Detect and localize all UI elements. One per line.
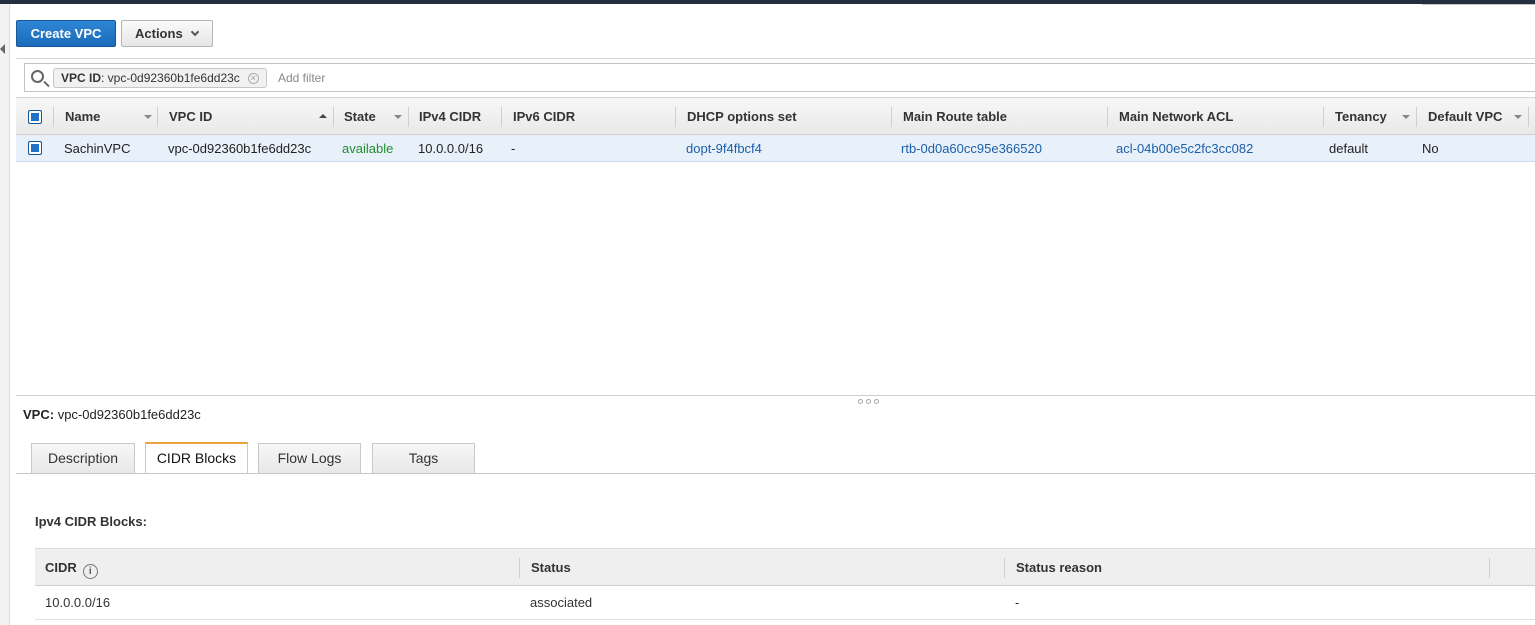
left-nav-collapsed[interactable] — [0, 4, 10, 625]
selected-vpc-label: VPC: vpc-0d92360b1fe6dd23c — [23, 407, 201, 422]
column-header-status-reason[interactable]: Status reason — [1006, 549, 1102, 586]
filter-token-value: : vpc-0d92360b1fe6dd23c — [101, 71, 240, 85]
toolbar-divider — [16, 58, 1535, 59]
info-icon[interactable]: i — [82, 564, 98, 579]
tab-flow-logs[interactable]: Flow Logs — [258, 443, 361, 474]
chevron-left-icon[interactable] — [0, 44, 5, 54]
pane-divider — [16, 395, 1535, 396]
sort-icon[interactable] — [1402, 115, 1410, 119]
vpc-label-key: VPC: — [23, 407, 55, 422]
column-header-dhcp-options[interactable]: DHCP options set — [675, 98, 891, 135]
cell-status-reason: - — [1015, 595, 1020, 610]
row-checkbox[interactable] — [28, 141, 42, 155]
handle-dot — [874, 399, 879, 404]
dhcp-options-link[interactable]: dopt-9f4fbcf4 — [674, 135, 762, 162]
column-header-cidr-label: CIDR — [45, 560, 77, 575]
network-acl-link[interactable]: acl-04b00e5c2fc3cc082 — [1104, 135, 1253, 162]
column-separator — [1489, 558, 1490, 578]
column-header-main-network-acl[interactable]: Main Network ACL — [1107, 98, 1323, 135]
actions-button-label: Actions — [135, 26, 183, 41]
column-separator — [519, 558, 520, 578]
table-header: Name VPC ID State IPv4 CIDR IPv6 CIDR DH… — [16, 97, 1535, 135]
cidr-table: CIDR i Status Status reason 10.0.0.0/16 a… — [35, 548, 1535, 620]
column-header-default-vpc[interactable]: Default VPC — [1416, 98, 1528, 135]
top-bar-notch — [1422, 4, 1535, 5]
tabs-divider — [16, 473, 1535, 474]
route-table-link[interactable]: rtb-0d0a60cc95e366520 — [889, 135, 1042, 162]
cell-default-vpc: No — [1422, 141, 1439, 156]
actions-button[interactable]: Actions — [121, 20, 213, 47]
cell-name: SachinVPC — [64, 141, 131, 156]
cell-tenancy: default — [1329, 141, 1369, 156]
filter-bar[interactable]: VPC ID: vpc-0d92360b1fe6dd23c × — [24, 63, 1535, 92]
close-icon[interactable]: × — [247, 73, 259, 84]
cell-cidr: 10.0.0.0/16 — [45, 595, 111, 610]
handle-dot — [866, 399, 871, 404]
column-header-name[interactable]: Name — [53, 98, 157, 135]
cell-state: available — [342, 141, 394, 156]
column-header-ipv4-cidr[interactable]: IPv4 CIDR — [407, 98, 501, 135]
create-vpc-button[interactable]: Create VPC — [16, 20, 116, 47]
column-header-status[interactable]: Status — [521, 549, 571, 586]
console-top-bar — [0, 0, 1535, 4]
cell-ipv6-cidr: - — [511, 141, 516, 156]
tab-tags[interactable]: Tags — [372, 443, 475, 474]
chevron-down-icon — [190, 27, 200, 37]
sort-icon[interactable] — [144, 115, 152, 119]
tab-cidr-blocks[interactable]: CIDR Blocks — [145, 442, 248, 474]
cell-ipv4-cidr: 10.0.0.0/16 — [418, 141, 484, 156]
table-row: 10.0.0.0/16 associated - — [35, 586, 1535, 620]
filter-token-vpc-id[interactable]: VPC ID: vpc-0d92360b1fe6dd23c × — [53, 68, 267, 88]
cell-status: associated — [530, 595, 593, 610]
handle-dot — [858, 399, 863, 404]
column-header-ipv6-cidr[interactable]: IPv6 CIDR — [501, 98, 675, 135]
sort-icon[interactable] — [1514, 115, 1522, 119]
resize-handle[interactable] — [858, 399, 882, 405]
table-row[interactable]: SachinVPC vpc-0d92360b1fe6dd23c availabl… — [16, 135, 1535, 162]
add-filter-input[interactable] — [278, 68, 678, 88]
column-separator — [1528, 107, 1529, 127]
tab-description[interactable]: Description — [31, 443, 135, 474]
column-header-vpc-id[interactable]: VPC ID — [157, 98, 333, 135]
column-separator — [1004, 558, 1005, 578]
vpc-table: Name VPC ID State IPv4 CIDR IPv6 CIDR DH… — [16, 97, 1535, 162]
cidr-table-header: CIDR i Status Status reason — [35, 548, 1535, 586]
select-all-checkbox[interactable] — [28, 110, 42, 124]
section-title: Ipv4 CIDR Blocks: — [35, 514, 147, 529]
vpc-label-value: vpc-0d92360b1fe6dd23c — [57, 407, 201, 422]
column-header-main-route-table[interactable]: Main Route table — [891, 98, 1107, 135]
filter-token-key: VPC ID — [61, 71, 102, 85]
search-icon — [31, 70, 44, 83]
column-header-cidr[interactable]: CIDR i — [35, 549, 98, 586]
sort-icon[interactable] — [394, 115, 402, 119]
cell-vpc-id: vpc-0d92360b1fe6dd23c — [168, 141, 312, 156]
sort-ascending-icon[interactable] — [319, 114, 327, 118]
